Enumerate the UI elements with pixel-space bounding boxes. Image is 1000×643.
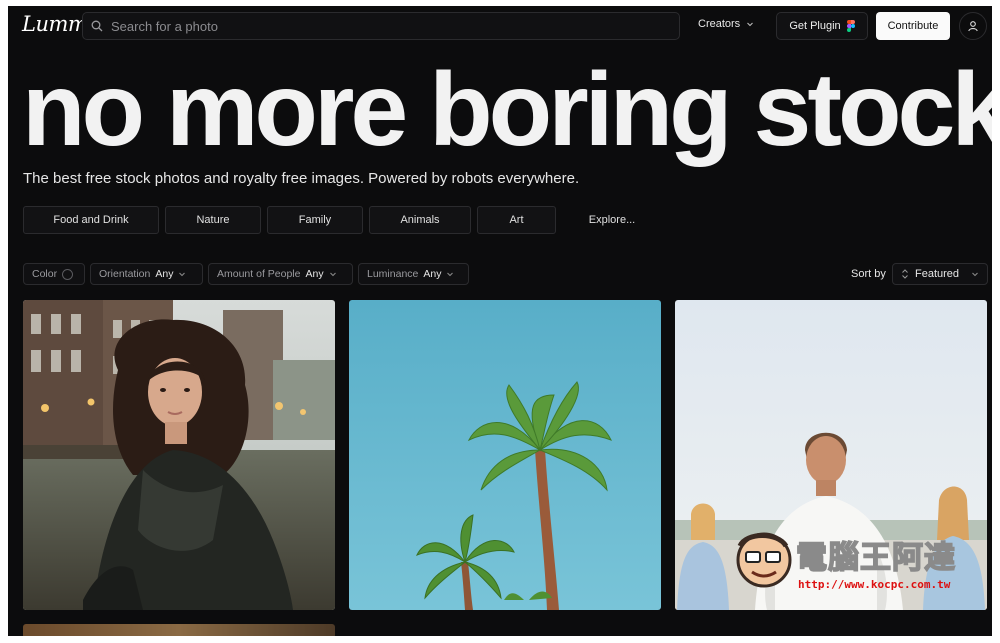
watermark-url: http://www.kocpc.com.tw [798, 578, 951, 591]
contribute-button[interactable]: Contribute [876, 12, 950, 40]
account-button[interactable] [959, 12, 987, 40]
sort-by-label: Sort by [851, 268, 886, 280]
people-filter-value: Any [305, 268, 324, 280]
category-animals[interactable]: Animals [369, 206, 471, 234]
category-food-and-drink[interactable]: Food and Drink [23, 206, 159, 234]
search-bar[interactable] [82, 12, 680, 40]
color-swatch-icon [62, 268, 74, 280]
watermark-title: 電腦王阿達 [795, 539, 956, 577]
search-input[interactable] [111, 18, 679, 34]
luminance-filter[interactable]: Luminance Any [358, 263, 469, 285]
palm-trees-photo[interactable] [349, 300, 661, 610]
user-icon [968, 21, 978, 32]
sort-value: Featured [915, 268, 960, 280]
next-row-photo-edge[interactable] [23, 624, 335, 636]
luminance-filter-value: Any [423, 268, 442, 280]
sort-updown-icon [902, 269, 908, 279]
top-nav: Lummi Creators Get Plugin Contribute [8, 6, 992, 46]
chevron-down-icon [329, 272, 336, 277]
chevron-down-icon [747, 22, 754, 27]
people-filter-label: Amount of People [217, 268, 301, 280]
sort-select[interactable]: Featured [892, 263, 988, 285]
category-family[interactable]: Family [267, 206, 363, 234]
kocpc-watermark: 電腦王阿達 http://www.kocpc.com.tw [728, 526, 990, 596]
amount-of-people-filter[interactable]: Amount of People Any [208, 263, 353, 285]
chevron-down-icon [179, 272, 186, 277]
woman-in-city-photo[interactable] [23, 300, 335, 610]
color-filter[interactable]: Color [23, 263, 85, 285]
get-plugin-button[interactable]: Get Plugin [776, 12, 868, 40]
category-art[interactable]: Art [477, 206, 556, 234]
chevron-down-icon [972, 272, 978, 277]
orientation-filter[interactable]: Orientation Any [90, 263, 203, 285]
category-chips: Food and Drink Nature Family Animals Art… [23, 206, 662, 234]
creators-label: Creators [698, 18, 741, 30]
category-explore[interactable]: Explore... [562, 206, 662, 234]
search-icon [83, 20, 111, 32]
creators-menu[interactable]: Creators [698, 18, 754, 30]
app-frame: Lummi Creators Get Plugin Contribute no … [8, 6, 992, 636]
get-plugin-label: Get Plugin [789, 20, 841, 32]
category-nature[interactable]: Nature [165, 206, 261, 234]
orientation-filter-value: Any [155, 268, 174, 280]
hero-subtitle: The best free stock photos and royalty f… [23, 170, 580, 187]
color-filter-label: Color [32, 268, 58, 280]
chevron-down-icon [447, 272, 454, 277]
figma-icon [846, 20, 855, 32]
filter-bar: Color Orientation Any Amount of People A… [23, 263, 469, 285]
luminance-filter-label: Luminance [367, 268, 419, 280]
hero-headline: no more boring stock [22, 52, 992, 168]
orientation-filter-label: Orientation [99, 268, 151, 280]
